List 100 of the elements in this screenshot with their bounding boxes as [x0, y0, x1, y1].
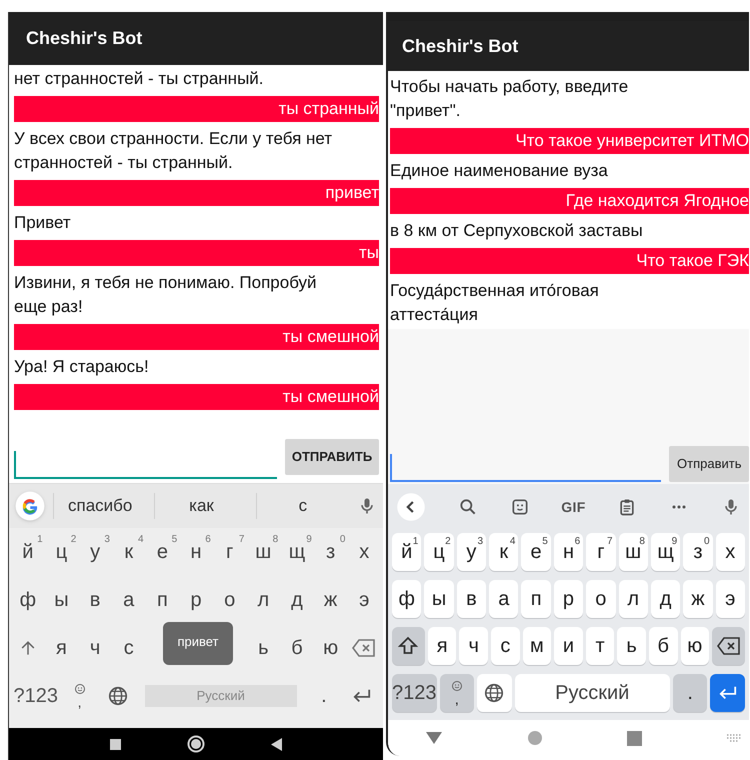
suggestion-chip[interactable]: спасибо: [53, 493, 146, 519]
letter-key[interactable]: п: [146, 576, 180, 624]
letter-key[interactable]: ж: [683, 580, 713, 618]
globe-icon: [106, 685, 129, 707]
user-message: Что такое университет ИТМО: [390, 128, 749, 154]
app-title: Cheshir's Bot: [402, 34, 518, 58]
user-message: Что такое ГЭК: [390, 248, 749, 274]
letter-key[interactable]: в: [456, 580, 486, 618]
letter-key[interactable]: к 4: [112, 528, 146, 576]
user-message: ты странный: [14, 96, 379, 122]
back-icon[interactable]: [396, 492, 426, 522]
key-hint: 2: [445, 535, 451, 549]
letter-key[interactable]: о: [586, 580, 616, 618]
user-message: ты смешной: [14, 324, 379, 350]
letter-key[interactable]: в: [78, 576, 112, 624]
key-hint: 8: [272, 533, 278, 547]
letter-key[interactable]: ч: [459, 627, 488, 665]
letter-key[interactable]: ь: [617, 627, 646, 665]
bot-message: нет странностей - ты странный.: [14, 68, 265, 90]
square-icon[interactable]: [110, 738, 121, 750]
enter-key[interactable]: [710, 674, 745, 712]
smiley-icon: [450, 680, 463, 692]
bot-message: У всех свои странности. Если у тебя нет странностей - ты странный.: [14, 128, 334, 174]
bot-message: Извини, я тебя не понимаю. Попробуй еще раз!: [14, 272, 318, 318]
letter-key[interactable]: л: [246, 576, 280, 624]
message-input[interactable]: [14, 451, 277, 479]
emoji-comma-key[interactable]: ,: [60, 672, 99, 720]
emoji-comma-key[interactable]: ,: [440, 674, 474, 712]
period-key[interactable]: .: [672, 674, 708, 712]
letter-key[interactable]: ь: [246, 624, 280, 672]
letter-key[interactable]: ф: [392, 580, 422, 618]
letter-key[interactable]: х: [347, 528, 382, 576]
letter-key[interactable]: ю: [314, 624, 348, 672]
letter-key[interactable]: с: [491, 627, 520, 665]
letter-key[interactable]: б: [648, 627, 678, 665]
letter-key[interactable]: ф: [11, 576, 45, 624]
letter-key[interactable]: т: [586, 627, 614, 665]
letter-key[interactable]: д: [280, 576, 314, 624]
letter-key[interactable]: ы: [424, 580, 454, 618]
user-message: Где находится Ягодное: [390, 188, 749, 214]
back-icon[interactable]: [271, 738, 282, 750]
letter-key[interactable]: з 0: [314, 528, 348, 576]
letter-key[interactable]: о: [212, 576, 246, 624]
suggestion-chip[interactable]: с: [256, 493, 349, 519]
letter-key[interactable]: г 7: [212, 528, 246, 576]
gif-button[interactable]: GIF: [561, 496, 586, 518]
letter-key[interactable]: л: [618, 580, 648, 618]
bot-message: Госуда́рственная ито́говая аттеста́ция: [389, 280, 600, 326]
key-hint: 6: [205, 533, 211, 547]
sticker-icon[interactable]: [510, 497, 530, 517]
send-button[interactable]: ОТПРАВИТЬ: [285, 439, 379, 475]
message-input[interactable]: [390, 454, 661, 482]
key-hint: 1: [412, 535, 418, 549]
key-hint: 7: [606, 535, 613, 549]
letter-key[interactable]: р: [179, 576, 213, 624]
letter-key[interactable]: у 3: [78, 528, 112, 576]
shift-key[interactable]: [392, 627, 425, 665]
g-logo-icon[interactable]: [15, 491, 45, 521]
smiley-icon: [74, 683, 86, 695]
letter-key[interactable]: а: [489, 580, 518, 618]
space-bar[interactable]: Русский: [514, 674, 670, 712]
key-hint: 0: [340, 533, 346, 547]
key-hint: 9: [306, 533, 312, 547]
suggestion-chip[interactable]: как: [154, 493, 248, 519]
letter-key[interactable]: д: [650, 580, 680, 618]
bot-message: Ура! Я стараюсь!: [14, 356, 150, 378]
symbols-key[interactable]: ?123: [392, 674, 436, 712]
triangle-icon[interactable]: [425, 731, 443, 745]
letter-key[interactable]: ж: [314, 576, 348, 624]
letter-key[interactable]: р: [554, 580, 584, 618]
key-hint: 7: [238, 533, 244, 547]
letter-key[interactable]: п: [521, 580, 551, 618]
letter-key[interactable]: ю: [680, 627, 710, 665]
backspace-icon: [716, 635, 742, 657]
letter-key[interactable]: с: [112, 624, 146, 672]
send-button[interactable]: Отправить: [669, 446, 749, 482]
letter-key[interactable]: а: [112, 576, 146, 624]
letter-key[interactable]: я: [44, 624, 78, 672]
key-hint: 3: [104, 533, 110, 547]
letter-key[interactable]: ы: [44, 576, 78, 624]
letter-key[interactable]: м: [522, 627, 552, 665]
letter-key[interactable]: э: [716, 580, 745, 618]
letter-key[interactable]: б: [280, 624, 314, 672]
symbols-key[interactable]: ?123: [11, 672, 60, 720]
letter-key[interactable]: я: [428, 627, 456, 665]
bot-message: в 8 км от Серпуховской заставы: [389, 220, 644, 242]
app-title: Cheshir's Bot: [26, 27, 142, 50]
language-key[interactable]: [477, 674, 512, 712]
search-icon[interactable]: [458, 497, 478, 517]
letter-key[interactable]: ч: [78, 624, 112, 672]
backspace-key[interactable]: [712, 627, 745, 665]
home-icon[interactable]: [187, 735, 205, 753]
key-hint: 8: [639, 535, 645, 547]
user-message: ты: [14, 240, 379, 266]
key-hint: 9: [672, 535, 678, 547]
period-key[interactable]: .: [304, 672, 343, 720]
letter-key[interactable]: и: [554, 627, 583, 665]
letter-key[interactable]: э: [347, 576, 382, 624]
key-preview-popup: привет: [163, 622, 233, 665]
letter-key[interactable]: х: [716, 533, 745, 571]
